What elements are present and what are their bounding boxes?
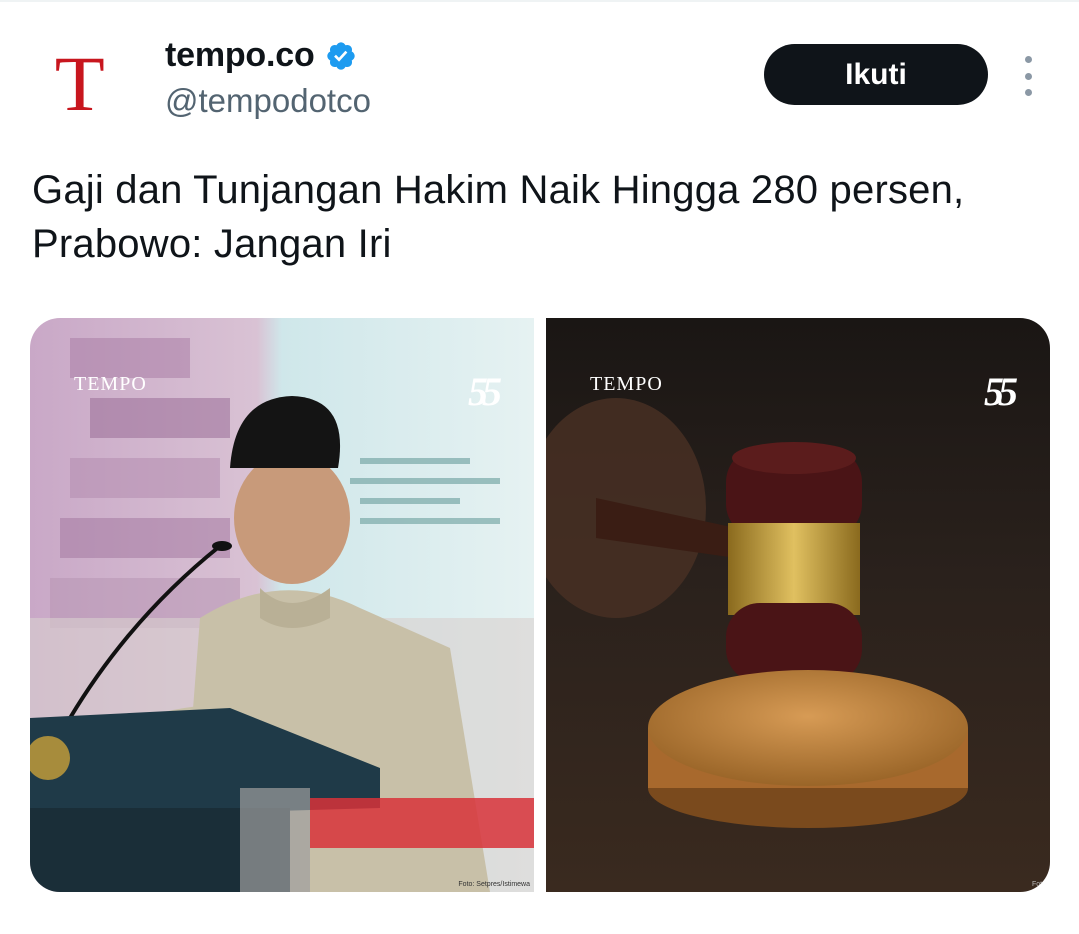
bottom-edge (0, 920, 1079, 934)
dot (1024, 56, 1032, 63)
dot (1024, 72, 1032, 80)
media-grid: TEMPO 55 Foto: Setpres/Istimewa TEMPO 55… (30, 318, 1050, 892)
more-options-icon[interactable] (1016, 56, 1040, 96)
follow-button[interactable]: Ikuti (764, 44, 988, 105)
anniversary-55-badge: 55 (468, 369, 502, 414)
user-handle[interactable]: @tempodotco (165, 82, 371, 120)
media-photo-1[interactable]: TEMPO 55 Foto: Setpres/Istimewa (30, 318, 534, 892)
gavel-photo-illustration (546, 318, 1050, 892)
author-name-row[interactable]: tempo.co (165, 36, 357, 75)
tempo-watermark: TEMPO (74, 373, 147, 395)
verified-badge-icon (326, 41, 355, 70)
anniversary-55-badge: 55 (984, 369, 1018, 414)
tweet-text: Gaji dan Tunjangan Hakim Naik Hingga 280… (32, 168, 965, 266)
dot (1024, 89, 1032, 96)
speaker-photo-illustration (30, 318, 534, 892)
tempo-watermark: TEMPO (590, 373, 663, 395)
display-name[interactable]: tempo.co (165, 36, 315, 75)
photo-credit: Foto (1031, 881, 1046, 888)
top-divider (0, 0, 1079, 2)
photo-credit: Foto: Setpres/Istimewa (458, 881, 530, 888)
media-photo-2[interactable]: TEMPO 55 Foto (546, 318, 1050, 892)
avatar-logo-letter: T (54, 40, 106, 127)
avatar[interactable]: T (32, 38, 128, 134)
